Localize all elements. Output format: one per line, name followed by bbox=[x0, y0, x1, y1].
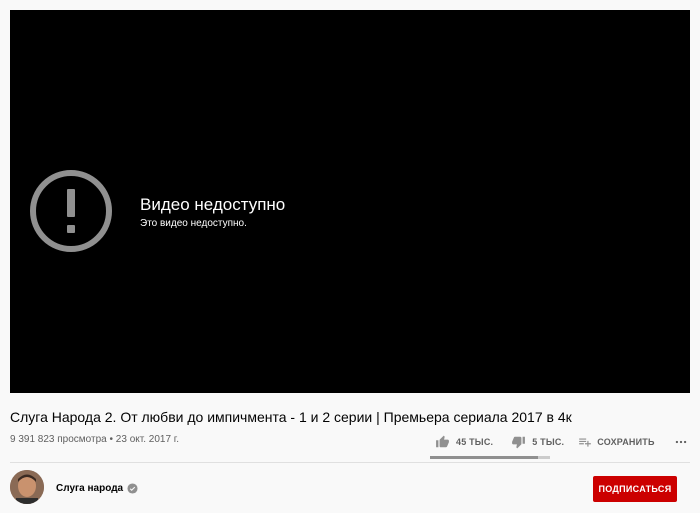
video-meta: 9 391 823 просмотра • 23 окт. 2017 г. bbox=[10, 433, 179, 446]
video-title: Слуга Народа 2. От любви до импичмента -… bbox=[10, 409, 572, 425]
thumbs-down-icon bbox=[512, 436, 526, 449]
alert-circle-icon bbox=[30, 170, 112, 252]
like-count: 45 ТЫС. bbox=[456, 437, 494, 447]
like-button[interactable]: 45 ТЫС. bbox=[435, 435, 493, 449]
thumbs-up-icon bbox=[436, 435, 449, 448]
avatar-image bbox=[10, 470, 44, 504]
save-button[interactable]: СОХРАНИТЬ bbox=[578, 435, 654, 449]
more-horizontal-icon bbox=[675, 440, 686, 444]
dislike-count: 5 ТЫС. bbox=[532, 437, 565, 447]
sentiment-bar bbox=[430, 456, 550, 459]
playlist-add-icon bbox=[579, 438, 592, 447]
publish-date: 23 окт. 2017 г. bbox=[115, 434, 180, 445]
dislike-button[interactable]: 5 ТЫС. bbox=[511, 435, 564, 449]
view-count: 9 391 823 просмотра bbox=[10, 434, 107, 445]
sentiment-bar-fill bbox=[430, 456, 538, 459]
channel-info: Слуга народа bbox=[56, 483, 138, 494]
meta-separator: • bbox=[106, 434, 116, 445]
video-actions: 45 ТЫС. 5 ТЫС. СОХРАНИТЬ bbox=[430, 428, 689, 456]
channel-name[interactable]: Слуга народа bbox=[56, 483, 123, 494]
divider bbox=[10, 462, 690, 463]
more-actions-button[interactable] bbox=[673, 435, 689, 449]
channel-avatar[interactable] bbox=[10, 470, 44, 504]
player-error-title: Видео недоступно bbox=[140, 195, 286, 214]
subscribe-button[interactable]: ПОДПИСАТЬСЯ bbox=[593, 476, 677, 502]
video-player[interactable]: Видео недоступно Это видео недоступно. bbox=[10, 10, 690, 393]
save-label: СОХРАНИТЬ bbox=[597, 437, 655, 447]
player-error-subtitle: Это видео недоступно. bbox=[140, 218, 247, 229]
verified-check-icon bbox=[127, 483, 138, 494]
